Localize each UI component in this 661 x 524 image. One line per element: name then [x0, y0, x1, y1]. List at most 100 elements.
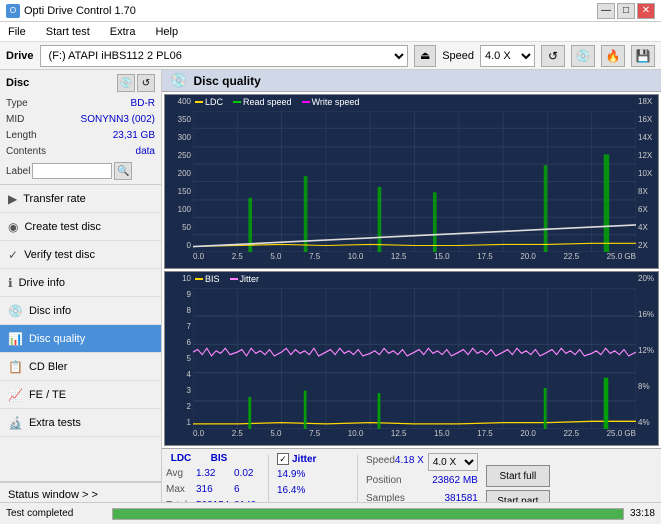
chart1-legend: LDC Read speed Write speed: [195, 97, 359, 107]
disc-info-icon: 💿: [8, 304, 23, 318]
label-field-label: Label: [6, 166, 30, 177]
ldc-label: LDC: [205, 97, 223, 107]
progress-bar: [112, 508, 624, 520]
drive-label: Drive: [6, 50, 34, 62]
nav-transfer-rate[interactable]: ▶ Transfer rate: [0, 185, 161, 213]
burn-button[interactable]: 🔥: [601, 45, 625, 67]
save-button[interactable]: 💾: [631, 45, 655, 67]
menu-start-test[interactable]: Start test: [42, 24, 94, 40]
sidebar: Disc 💿 ↺ Type BD-R MID SONYNN3 (002) Len…: [0, 70, 162, 524]
type-label: Type: [6, 96, 28, 112]
content-area: 💿 Disc quality LDC Read speed: [162, 70, 661, 524]
ldc-color: [195, 101, 203, 103]
verify-test-disc-icon: ✓: [8, 248, 18, 262]
ldc-header: LDC: [166, 453, 196, 464]
chart2-y-left: 1 2 3 4 5 6 7 8 9 10: [165, 272, 193, 429]
drive-select[interactable]: (F:) ATAPI iHBS112 2 PL06: [40, 45, 409, 67]
transfer-rate-icon: ▶: [8, 192, 17, 206]
chart1-y-right: 2X 4X 6X 8X 10X 12X 14X 16X 18X: [636, 95, 658, 252]
disc-info-panel: Disc 💿 ↺ Type BD-R MID SONYNN3 (002) Len…: [0, 70, 161, 185]
bottom-bar: Test completed 33:18: [0, 502, 661, 524]
chart-title-icon: 💿: [170, 72, 187, 89]
nav-drive-info-label: Drive info: [19, 277, 65, 289]
speed-select[interactable]: 4.0 X: [480, 45, 535, 67]
nav-transfer-rate-label: Transfer rate: [23, 193, 86, 205]
bottom-time: 33:18: [630, 508, 655, 519]
nav-verify-test-disc-label: Verify test disc: [24, 249, 95, 261]
chart2-y-right: 4% 8% 12% 16% 20%: [636, 272, 658, 429]
write-color: [302, 101, 310, 103]
maximize-button[interactable]: □: [617, 3, 635, 19]
bis-color: [195, 278, 203, 280]
disc-button[interactable]: 💿: [571, 45, 595, 67]
close-button[interactable]: ✕: [637, 3, 655, 19]
write-label: Write speed: [312, 97, 360, 107]
cd-bler-icon: 📋: [8, 360, 23, 374]
nav-disc-info-label: Disc info: [29, 305, 71, 317]
jitter-header: Jitter: [292, 454, 316, 465]
max-ldc: 316: [196, 482, 226, 498]
nav-verify-test-disc[interactable]: ✓ Verify test disc: [0, 241, 161, 269]
disc-refresh-btn[interactable]: ↺: [137, 74, 155, 92]
avg-ldc: 1.32: [196, 466, 226, 482]
disc-quality-icon: 📊: [8, 332, 23, 346]
disc-icon-btn[interactable]: 💿: [117, 74, 135, 92]
bis-header: BIS: [204, 453, 234, 464]
length-value: 23,31 GB: [113, 128, 155, 144]
chart1-y-left: 0 50 100 150 200 250 300 350 400: [165, 95, 193, 252]
length-label: Length: [6, 128, 37, 144]
avg-label: Avg: [166, 466, 188, 482]
speed-label: Speed: [442, 50, 474, 62]
read-color: [233, 101, 241, 103]
chart1-x-axis: 0.0 2.5 5.0 7.5 10.0 12.5 15.0 17.5 20.0…: [193, 252, 636, 268]
bis-label: BIS: [205, 274, 220, 284]
nav-drive-info[interactable]: ℹ Drive info: [0, 269, 161, 297]
start-full-button[interactable]: Start full: [486, 465, 550, 487]
progress-bar-fill: [113, 509, 623, 519]
speed-stat-value: 4.18 X: [395, 453, 424, 471]
extra-tests-icon: 🔬: [8, 416, 23, 430]
eject-button[interactable]: ⏏: [414, 45, 436, 67]
nav-cd-bler[interactable]: 📋 CD Bler: [0, 353, 161, 381]
app-icon: O: [6, 4, 20, 18]
jitter-max: 16.4%: [277, 483, 349, 499]
label-input[interactable]: [32, 163, 112, 179]
nav-fe-te-label: FE / TE: [29, 389, 66, 401]
position-label: Position: [366, 473, 402, 489]
read-legend: Read speed: [233, 97, 292, 107]
status-window-label: Status window > >: [8, 489, 98, 501]
max-label: Max: [166, 482, 188, 498]
nav-create-test-disc-label: Create test disc: [24, 221, 100, 233]
chart-ldc: LDC Read speed Write speed: [164, 94, 659, 269]
menu-bar: File Start test Extra Help: [0, 22, 661, 42]
drive-bar: Drive (F:) ATAPI iHBS112 2 PL06 ⏏ Speed …: [0, 42, 661, 70]
read-label: Read speed: [243, 97, 292, 107]
chart1-svg: [193, 111, 636, 252]
chart-bis: BIS Jitter: [164, 271, 659, 446]
chart-title: Disc quality: [193, 74, 260, 88]
bottom-status-text: Test completed: [6, 508, 106, 519]
drive-info-icon: ℹ: [8, 276, 13, 290]
jitter-color: [230, 278, 238, 280]
nav-disc-quality[interactable]: 📊 Disc quality: [0, 325, 161, 353]
label-btn[interactable]: 🔍: [114, 162, 132, 180]
chart2-legend: BIS Jitter: [195, 274, 259, 284]
nav-fe-te[interactable]: 📈 FE / TE: [0, 381, 161, 409]
nav-create-test-disc[interactable]: ◉ Create test disc: [0, 213, 161, 241]
refresh-button[interactable]: ↺: [541, 45, 565, 67]
chart-title-bar: 💿 Disc quality: [162, 70, 661, 92]
nav-extra-tests-label: Extra tests: [29, 417, 81, 429]
menu-file[interactable]: File: [4, 24, 30, 40]
minimize-button[interactable]: —: [597, 3, 615, 19]
menu-help[interactable]: Help: [151, 24, 182, 40]
nav-extra-tests[interactable]: 🔬 Extra tests: [0, 409, 161, 437]
nav-disc-info[interactable]: 💿 Disc info: [0, 297, 161, 325]
jitter-checkbox[interactable]: ✓: [277, 453, 289, 465]
speed-stat-select[interactable]: 4.0 X: [428, 453, 478, 471]
jitter-avg: 14.9%: [277, 467, 349, 483]
contents-label: Contents: [6, 144, 46, 160]
create-test-disc-icon: ◉: [8, 220, 18, 234]
title-bar: O Opti Drive Control 1.70 — □ ✕: [0, 0, 661, 22]
menu-extra[interactable]: Extra: [106, 24, 140, 40]
ldc-legend: LDC: [195, 97, 223, 107]
